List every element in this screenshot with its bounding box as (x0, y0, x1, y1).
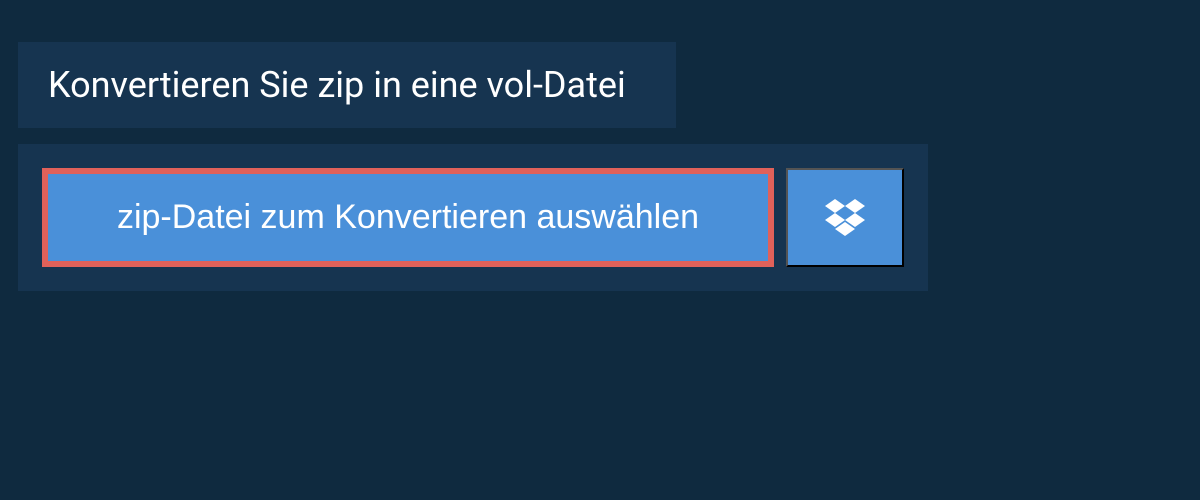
select-file-label: zip-Datei zum Konvertieren auswählen (117, 198, 699, 237)
select-file-button[interactable]: zip-Datei zum Konvertieren auswählen (42, 168, 774, 267)
dropbox-icon (825, 199, 865, 237)
page-title: Konvertieren Sie zip in eine vol-Datei (48, 64, 626, 106)
dropbox-button[interactable] (786, 168, 904, 267)
action-panel: zip-Datei zum Konvertieren auswählen (18, 144, 928, 291)
header-bar: Konvertieren Sie zip in eine vol-Datei (18, 42, 676, 128)
